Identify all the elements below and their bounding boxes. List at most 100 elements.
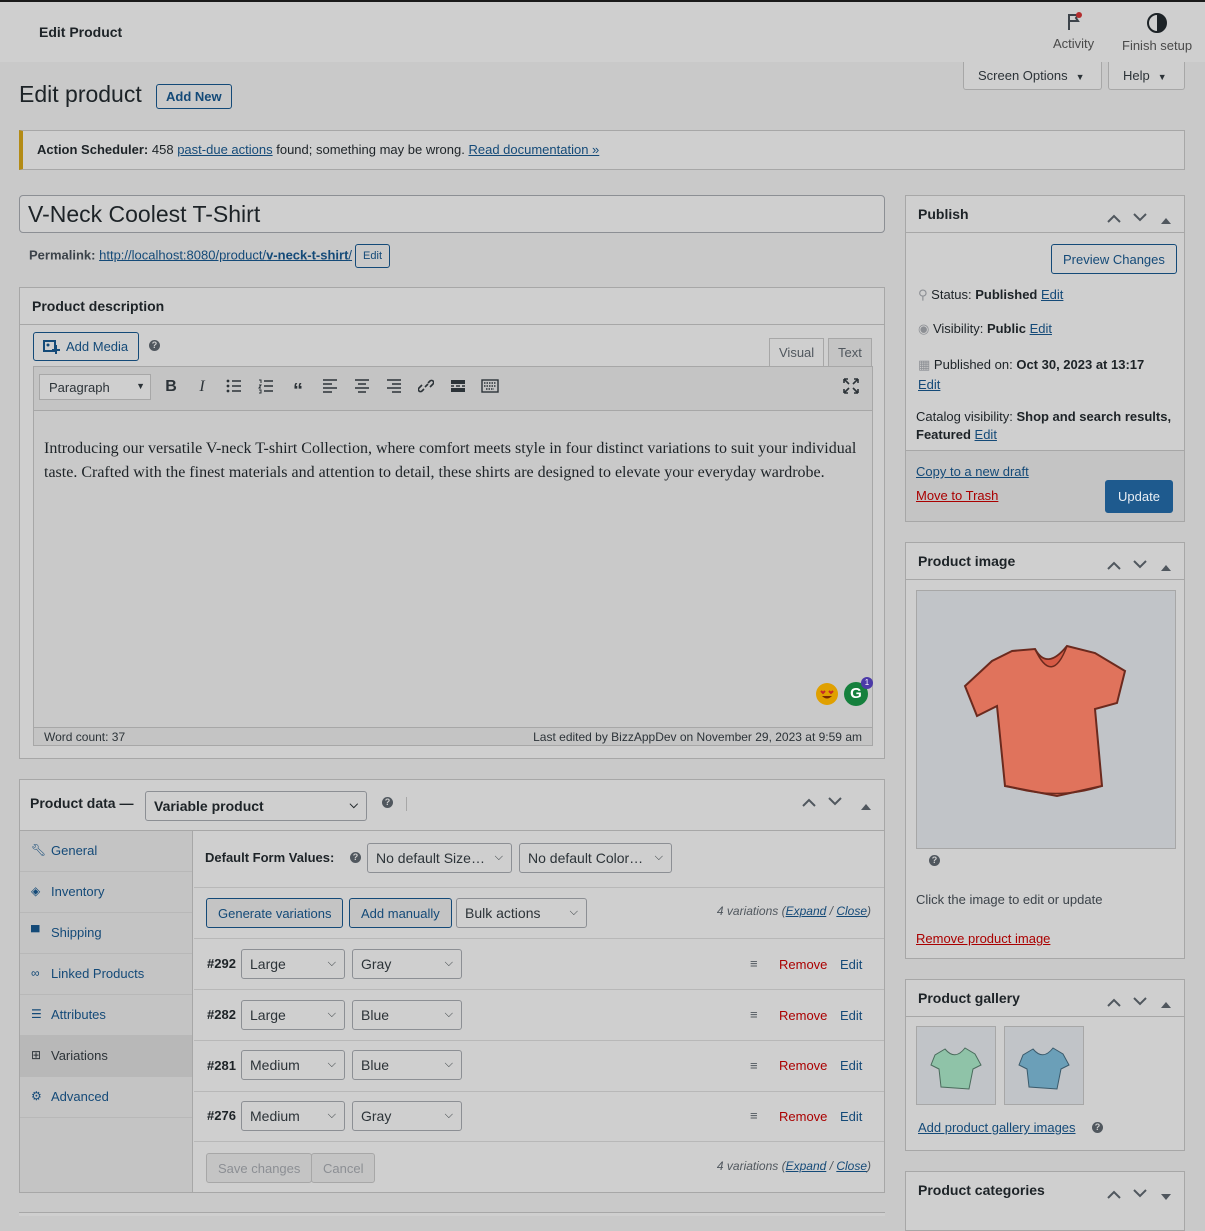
edit-status-link[interactable]: Edit — [1041, 287, 1063, 302]
activity-button[interactable]: Activity — [1053, 12, 1094, 51]
chevron-up-icon[interactable] — [1107, 1186, 1121, 1202]
tab-linked-products[interactable]: ∞ Linked Products — [20, 954, 192, 995]
edit-visibility-link[interactable]: Edit — [1030, 321, 1052, 336]
read-more-icon[interactable] — [447, 378, 469, 400]
add-media-button[interactable]: Add Media — [33, 332, 140, 361]
update-button[interactable]: Update — [1105, 480, 1173, 513]
remove-variation-link[interactable]: Remove — [779, 1058, 827, 1073]
editor-content[interactable]: Introducing our versatile V-neck T-shirt… — [34, 411, 873, 727]
help-icon[interactable]: ? — [929, 855, 940, 866]
chevron-up-icon[interactable] — [802, 795, 816, 810]
variation-row[interactable]: #292 Large ⌵ Gray ⌵ ≡ Remove Edit — [194, 939, 884, 990]
finish-setup-button[interactable]: Finish setup — [1122, 12, 1192, 53]
fullscreen-icon[interactable] — [840, 378, 862, 400]
numbered-list-icon[interactable] — [255, 378, 277, 400]
help-button[interactable]: Help ▼ — [1108, 62, 1185, 90]
link-icon[interactable] — [415, 378, 437, 400]
variation-row[interactable]: #281 Medium ⌵ Blue ⌵ ≡ Remove Edit — [194, 1041, 884, 1092]
chevron-down-icon[interactable] — [1133, 1186, 1147, 1202]
italic-icon[interactable]: I — [191, 378, 213, 400]
move-to-trash-link[interactable]: Move to Trash — [916, 488, 998, 503]
variation-size-select[interactable]: Large ⌵ — [241, 1000, 345, 1030]
close-link[interactable]: Close — [836, 904, 867, 918]
remove-variation-link[interactable]: Remove — [779, 1008, 827, 1023]
help-icon[interactable]: ? — [350, 852, 361, 863]
tab-variations[interactable]: ⊞ Variations — [20, 1036, 192, 1077]
variation-color-select[interactable]: Blue ⌵ — [352, 1050, 462, 1080]
chevron-down-icon[interactable] — [1133, 557, 1147, 573]
add-manually-button[interactable]: Add manually — [349, 898, 452, 928]
help-icon[interactable]: ? — [382, 797, 393, 808]
tab-visual[interactable]: Visual — [769, 338, 825, 366]
tab-inventory[interactable]: ◈ Inventory — [20, 872, 192, 913]
variation-color-select[interactable]: Gray ⌵ — [352, 949, 462, 979]
bulk-actions-select[interactable]: Bulk actions ⌵ — [456, 898, 587, 928]
toggle-panel-icon[interactable] — [861, 798, 871, 813]
product-image[interactable] — [916, 590, 1176, 849]
variation-row[interactable]: #276 Medium ⌵ Gray ⌵ ≡ Remove Edit — [194, 1091, 884, 1142]
default-color-select[interactable]: No default Color… ⌵ — [519, 843, 672, 873]
close-link[interactable]: Close — [836, 1159, 867, 1173]
toggle-panel-icon[interactable] — [1161, 995, 1171, 1011]
past-due-actions-link[interactable]: past-due actions — [177, 142, 272, 157]
variation-row[interactable]: #282 Large ⌵ Blue ⌵ ≡ Remove Edit — [194, 990, 884, 1041]
help-icon[interactable]: ? — [149, 340, 160, 351]
product-type-select[interactable]: Variable product ⌵ — [145, 791, 367, 821]
edit-date-link[interactable]: Edit — [918, 377, 940, 392]
variation-size-select[interactable]: Medium ⌵ — [241, 1050, 345, 1080]
tab-text[interactable]: Text — [828, 338, 872, 366]
chevron-down-icon[interactable] — [828, 795, 842, 810]
save-changes-button[interactable]: Save changes — [206, 1153, 313, 1183]
edit-variation-link[interactable]: Edit — [840, 1008, 862, 1023]
edit-catalog-link[interactable]: Edit — [975, 427, 997, 442]
toggle-panel-icon[interactable] — [1161, 211, 1171, 227]
drag-handle-icon[interactable]: ≡ — [750, 1058, 758, 1073]
read-documentation-link[interactable]: Read documentation » — [468, 142, 599, 157]
chevron-down-icon[interactable] — [1133, 994, 1147, 1010]
variation-size-select[interactable]: Large ⌵ — [241, 949, 345, 979]
cancel-button[interactable]: Cancel — [311, 1153, 376, 1183]
toggle-panel-icon[interactable] — [1161, 558, 1171, 574]
expand-link[interactable]: Expand — [786, 1159, 827, 1173]
add-new-button[interactable]: Add New — [156, 84, 232, 109]
format-select[interactable]: Paragraph ▼ — [39, 374, 151, 400]
edit-variation-link[interactable]: Edit — [840, 957, 862, 972]
generate-variations-button[interactable]: Generate variations — [206, 898, 344, 928]
emoji-icon[interactable] — [816, 683, 838, 705]
edit-variation-link[interactable]: Edit — [840, 1058, 862, 1073]
tab-attributes[interactable]: ☰ Attributes — [20, 995, 192, 1036]
chevron-up-icon[interactable] — [1107, 557, 1121, 573]
chevron-up-icon[interactable] — [1107, 994, 1121, 1010]
default-size-select[interactable]: No default Size… ⌵ — [367, 843, 512, 873]
bullet-list-icon[interactable] — [223, 378, 245, 400]
permalink-edit-button[interactable]: Edit — [355, 244, 391, 268]
preview-changes-button[interactable]: Preview Changes — [1051, 244, 1177, 274]
gallery-image-green[interactable] — [916, 1026, 996, 1105]
screen-options-button[interactable]: Screen Options ▼ — [963, 62, 1102, 90]
permalink-link[interactable]: http://localhost:8080/product/v-neck-t-s… — [99, 247, 352, 262]
help-icon[interactable]: ? — [1092, 1122, 1103, 1133]
gallery-image-blue[interactable] — [1004, 1026, 1084, 1105]
remove-variation-link[interactable]: Remove — [779, 957, 827, 972]
align-left-icon[interactable] — [319, 378, 341, 400]
align-right-icon[interactable] — [383, 378, 405, 400]
variation-size-select[interactable]: Medium ⌵ — [241, 1101, 345, 1131]
variation-color-select[interactable]: Blue ⌵ — [352, 1000, 462, 1030]
remove-variation-link[interactable]: Remove — [779, 1109, 827, 1124]
variation-color-select[interactable]: Gray ⌵ — [352, 1101, 462, 1131]
tab-general[interactable]: 🔧︎ General — [20, 831, 192, 872]
product-title-input[interactable]: V-Neck Coolest T-Shirt — [19, 195, 885, 233]
tab-shipping[interactable]: ▀ Shipping — [20, 913, 192, 954]
expand-link[interactable]: Expand — [786, 904, 827, 918]
drag-handle-icon[interactable]: ≡ — [750, 1007, 758, 1022]
chevron-up-icon[interactable] — [1107, 210, 1121, 226]
remove-image-link[interactable]: Remove product image — [916, 931, 1050, 946]
copy-draft-link[interactable]: Copy to a new draft — [916, 464, 1029, 479]
toggle-panel-icon[interactable] — [1161, 1187, 1171, 1203]
drag-handle-icon[interactable]: ≡ — [750, 1108, 758, 1123]
drag-handle-icon[interactable]: ≡ — [750, 956, 758, 971]
bold-icon[interactable]: B — [160, 378, 182, 400]
align-center-icon[interactable] — [351, 378, 373, 400]
edit-variation-link[interactable]: Edit — [840, 1109, 862, 1124]
keyboard-icon[interactable] — [479, 378, 501, 400]
